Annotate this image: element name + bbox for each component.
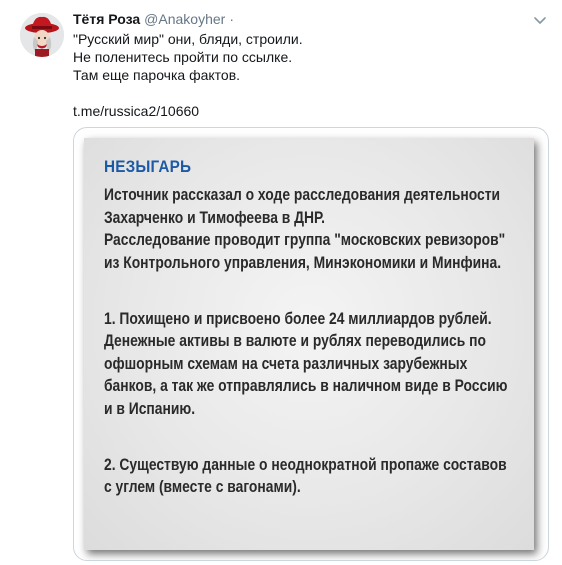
- tweet: Тётя Роза @Anakoyher · "Русский мир" они, …: [0, 0, 562, 565]
- image-text-line: из Контрольного управления, Минэкономики…: [104, 253, 502, 272]
- image-text-line: и в Испанию.: [104, 399, 196, 418]
- image-text-line: Денежные активы в валюте и рублях перево…: [104, 332, 486, 350]
- display-name[interactable]: Тётя Роза: [73, 11, 140, 27]
- image-heading: НЕЗЫГАРЬ: [104, 157, 192, 176]
- separator-dot: ·: [229, 11, 234, 27]
- image-text-line: Захарченко и Тимофеева в ДНР.: [104, 208, 326, 227]
- image-text-line: 1. Похищено и присвоено более 24 миллиар…: [104, 309, 492, 328]
- tweet-text-line: Не поленитесь пройти по ссылке.: [73, 49, 293, 65]
- chevron-down-icon[interactable]: [532, 12, 548, 28]
- image-text: Источник рассказал о ходе расследования …: [104, 184, 508, 499]
- tweet-text-line: "Русский мир" они, бляди, строили.: [73, 31, 303, 47]
- image-text-line: 2. Существую данные о неоднократной проп…: [104, 455, 507, 474]
- media-card[interactable]: НЕЗЫГАРЬ Источник рассказал о ходе рассл…: [73, 127, 549, 561]
- tweet-text: "Русский мир" они, бляди, строили. Не по…: [73, 30, 533, 120]
- image-text-line: офшорным схемам на счета различных заруб…: [104, 354, 468, 373]
- image-text-line: Источник рассказал о ходе расследования …: [104, 186, 501, 204]
- user-avatar[interactable]: [20, 13, 64, 57]
- image-text-line: банков, а так же отправлялись в наличном…: [104, 377, 508, 395]
- avatar-red-hat-icon: [20, 13, 64, 57]
- user-handle[interactable]: @Anakoyher: [144, 11, 225, 27]
- image-text-line: Расследование проводит группа "московски…: [104, 231, 506, 249]
- tweet-link[interactable]: t.me/russica2/10660: [73, 102, 533, 120]
- tweet-header: Тётя Роза @Anakoyher ·: [73, 10, 234, 28]
- attached-image[interactable]: НЕЗЫГАРЬ Источник рассказал о ходе рассл…: [84, 138, 534, 550]
- image-text-line: с углем (вместе с вагонами).: [104, 478, 301, 496]
- tweet-text-line: Там еще парочка фактов.: [73, 67, 241, 83]
